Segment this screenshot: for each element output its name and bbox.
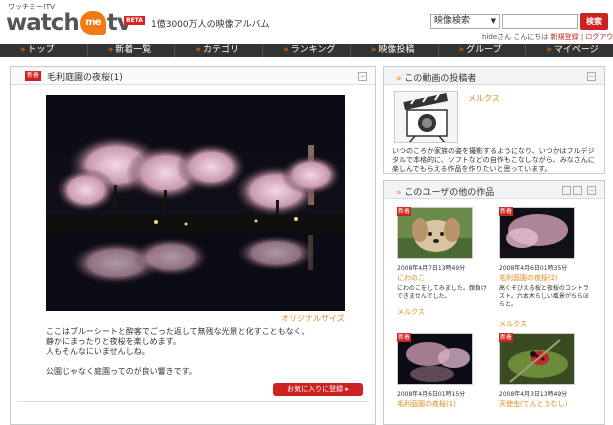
poster-panel-title: » この動画の投稿者 [396,71,476,84]
nav-item-category[interactable]: » カテゴリ [175,44,264,57]
work-item[interactable]: 新着 2008年4月6日01時15分 毛利庭園の夜桜(1) [397,333,487,423]
search-type-label: 映像検索 [434,16,471,26]
grid-view-icon[interactable] [562,186,571,195]
new-badge: 新着 [397,207,411,216]
other-works-header-text: このユーザの他の作品 [404,188,495,198]
search-type-select[interactable]: 映像検索 ▼ [430,14,500,29]
add-favorite-button[interactable]: お気に入りに登録 ▸ [273,383,363,396]
divider [17,401,369,402]
view-toggle [562,186,582,195]
arrow-icon: » [458,45,465,55]
work-user-link[interactable]: メルクス [397,307,425,317]
poster-name-link[interactable]: メルクス [468,93,500,104]
greeting-text: hideさん こんにちは [482,33,549,41]
arrow-icon: » [107,45,114,55]
logo-watch: watch [6,10,80,36]
work-date: 2008年4月6日01時35分 [499,265,568,272]
other-works-title: » このユーザの他の作品 [396,185,494,198]
nav-item-group[interactable]: » グループ [439,44,527,57]
arrow-icon: » [283,45,289,55]
new-register-link[interactable]: 新規登録 [551,33,579,41]
night-sakura-image [46,95,345,311]
clapperboard-camera-icon [403,93,449,142]
search-button[interactable]: 検索 [580,13,608,30]
nav-label: カテゴリ [202,45,239,55]
video-player[interactable] [46,95,345,311]
nav-label: トップ [27,45,55,55]
logout-link[interactable]: ログアウト [585,33,613,41]
work-title-link[interactable]: 毛利庭園の夜桜(2) [499,273,558,283]
global-nav: » トップ » 新着一覧 » カテゴリ » ランキング » 映像投稿 » グループ » マイペ… [0,44,613,57]
nav-item-ranking[interactable]: » ランキング [263,44,351,57]
nav-label: マイページ [553,45,599,55]
poster-avatar[interactable] [394,91,458,143]
work-user-link[interactable]: メルクス [499,319,527,329]
nav-item-new[interactable]: » 新着一覧 [88,44,176,57]
desc-line: 静かにまったりと夜桜を楽しめます。 [46,337,181,346]
nav-item-top[interactable]: » トップ [0,44,88,57]
original-size-link[interactable]: オリジナルサイズ [281,313,345,324]
arrow-icon: » [195,45,201,55]
poster-description: いつのころか家族の姿を撮影するようになり、いつかはフルデジタルで本格的に、ソフト… [392,147,595,173]
arrow-icon: » [20,45,26,55]
nav-label: 新着一覧 [115,45,152,55]
nav-label: ランキング [290,45,336,55]
work-title-link[interactable]: 天使虫(てんとうむし) [499,399,567,409]
logo-me: me [79,11,106,35]
poster-header-text: この動画の投稿者 [404,74,477,84]
minimize-button[interactable]: − [358,72,367,81]
beta-badge: BETA [124,16,145,25]
desc-line: 人もそんなにいませんしね。 [46,347,150,356]
new-badge: 新着 [499,333,513,342]
search-input[interactable] [502,14,578,29]
chevron-down-icon: ▼ [490,17,496,25]
work-date: 2008年4月7日13時49分 [397,265,466,272]
work-description: 高くそびえる桜と夜桜のコントラスト。六本木らしい風景がちらほらと。 [499,285,589,308]
poster-panel-header: » この動画の投稿者 − [384,67,604,85]
video-panel-header: 新着 毛利庭園の夜桜(1) − [11,67,375,85]
other-works-panel: » このユーザの他の作品 − 新着 2008年4月7日13時49分 にわのこ に… [383,180,605,425]
poster-panel: » この動画の投稿者 − メルクス いつのころか家族の姿を撮影するようになり、い… [383,66,605,174]
work-item[interactable]: 新着 2008年4月6日01時35分 毛利庭園の夜桜(2) 高くそびえる桜と夜桜… [499,207,589,329]
desc-line: 公園じゃなく庭園ってのが良い響きです。 [46,367,197,376]
work-date: 2008年4月3日13時49分 [499,391,568,398]
site-tagline: 1億3000万人の映像アルバム [151,20,270,30]
site-logo[interactable]: watch me tv [6,10,132,36]
site-header: ワッチミー!TV watch me tv BETA 1億3000万人の映像アルバ… [0,0,613,42]
work-item[interactable]: 新着 2008年4月7日13時49分 にわのこ にわのこをしてみました。顔負けで… [397,207,487,317]
nav-item-mypage[interactable]: » マイページ [526,44,613,57]
new-badge: 新着 [25,71,41,81]
link-separator: | [580,33,584,41]
new-badge: 新着 [499,207,513,216]
work-date: 2008年4月6日01時15分 [397,391,466,398]
work-title-link[interactable]: 毛利庭園の夜桜(1) [397,399,456,409]
desc-line: ここはブルーシートと酔客でごった返して無残な光景と化すこともなく、 [46,327,310,336]
video-description: ここはブルーシートと酔客でごった返して無残な光景と化すこともなく、 静かにまった… [46,327,356,377]
desc-spacer [46,357,356,367]
work-title-link[interactable]: にわのこ [397,273,425,283]
video-panel: 新着 毛利庭園の夜桜(1) − オリジナルサイズ ここはブルーシートと酔客でごっ… [10,66,376,425]
user-links: hideさん こんにちは 新規登録 | ログアウト [482,32,613,42]
minimize-button[interactable]: − [587,72,596,81]
arrow-icon: » [370,45,377,55]
work-description: にわのこをしてみました。顔負けできませんでした。 [397,285,487,300]
nav-item-upload[interactable]: » 映像投稿 [351,44,439,57]
page-root: ワッチミー!TV watch me tv BETA 1億3000万人の映像アルバ… [0,0,613,425]
nav-label: 映像投稿 [378,45,415,55]
nav-label: グループ [466,45,502,55]
other-works-header: » このユーザの他の作品 − [384,181,604,199]
list-view-icon[interactable] [573,186,582,195]
video-title: 毛利庭園の夜桜(1) [47,73,123,83]
work-item[interactable]: 新着 2008年4月3日13時49分 天使虫(てんとうむし) [499,333,589,423]
minimize-button[interactable]: − [587,186,596,195]
new-badge: 新着 [397,333,411,342]
arrow-icon: » [546,45,552,55]
